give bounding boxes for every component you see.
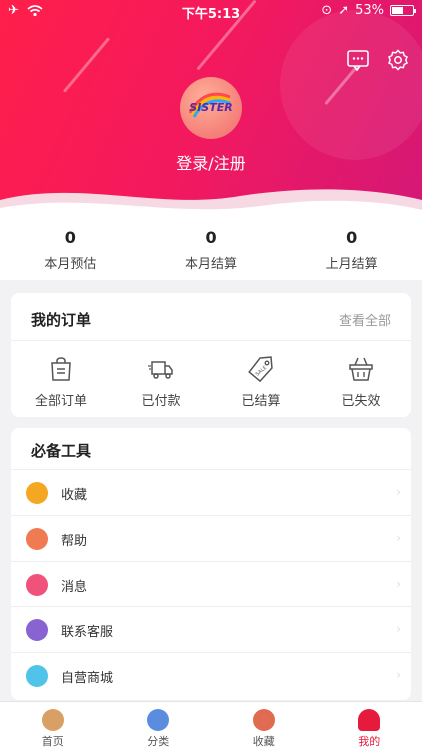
- stat-last-month-settled[interactable]: 0 上月结算: [281, 214, 422, 280]
- tab-label: 收藏: [252, 735, 275, 748]
- tool-label: 收藏: [61, 488, 88, 503]
- tool-item-store[interactable]: 自营商城 ›: [11, 653, 411, 699]
- bottom-tab-bar: 首页 分类 收藏 我的: [0, 701, 422, 750]
- delivery-truck-icon: [148, 361, 173, 379]
- chevron-right-icon: ›: [396, 622, 401, 637]
- stat-value: 0: [64, 228, 76, 247]
- tool-item-messages[interactable]: 消息 ›: [11, 562, 411, 608]
- price-tag-icon: SALE: [248, 356, 273, 383]
- order-label: 已结算: [241, 394, 281, 409]
- order-label: 全部订单: [34, 394, 87, 409]
- tab-label: 首页: [41, 735, 64, 748]
- chevron-right-icon: ›: [396, 668, 401, 683]
- message-bubble-icon[interactable]: [346, 48, 370, 72]
- chevron-right-icon: ›: [396, 530, 401, 545]
- tab-label: 分类: [147, 735, 170, 748]
- tool-item-customer-service[interactable]: 联系客服 ›: [11, 607, 411, 654]
- essential-tools-card: 必备工具 收藏 › 帮助 › 消息 › 联系客服 › 自营商城 ›: [11, 428, 411, 700]
- tool-item-help[interactable]: 帮助 ›: [11, 516, 411, 562]
- shopping-bag-icon: [51, 357, 71, 381]
- tool-label: 消息: [61, 579, 88, 595]
- avatar-logo-text: SISTER: [189, 101, 233, 114]
- stat-label: 本月预估: [44, 257, 97, 272]
- tool-label: 自营商城: [61, 671, 114, 687]
- view-all-link[interactable]: 查看全部: [339, 310, 391, 329]
- order-all-button[interactable]: 全部订单: [11, 341, 111, 417]
- tool-item-favorites[interactable]: 收藏 ›: [11, 470, 411, 516]
- help-icon: [26, 527, 48, 550]
- my-orders-card: 我的订单 查看全部 全部订单 已付款 SALE 已结算 已失效: [11, 293, 411, 417]
- decorative-streak: [62, 37, 111, 93]
- customer-service-icon: [26, 619, 48, 642]
- settings-gear-icon[interactable]: [386, 48, 410, 72]
- location-icon: ➚: [338, 3, 350, 18]
- order-paid-button[interactable]: 已付款: [111, 341, 211, 417]
- stat-this-month-settled[interactable]: 0 本月结算: [141, 214, 282, 280]
- tool-label: 帮助: [61, 533, 88, 549]
- favorites-icon: [26, 482, 48, 504]
- tab-favorites[interactable]: 收藏: [211, 702, 317, 750]
- order-label: 已付款: [141, 394, 181, 409]
- orders-title: 我的订单: [31, 311, 92, 329]
- order-label: 已失效: [341, 394, 381, 409]
- order-expired-button[interactable]: 已失效: [311, 341, 411, 417]
- svg-text:SALE: SALE: [255, 365, 269, 378]
- stat-label: 上月结算: [325, 257, 378, 272]
- login-register-link[interactable]: 登录/注册: [0, 150, 422, 174]
- earnings-stats: 0 本月预估 0 本月结算 0 上月结算: [0, 214, 422, 280]
- stat-value: 0: [346, 228, 358, 247]
- home-icon: [41, 709, 64, 731]
- tab-category[interactable]: 分类: [106, 702, 212, 750]
- user-icon: [358, 709, 381, 731]
- category-icon: [147, 709, 170, 731]
- tab-home[interactable]: 首页: [0, 702, 106, 750]
- stat-label: 本月结算: [185, 257, 238, 272]
- stat-this-month-estimate[interactable]: 0 本月预估: [0, 214, 141, 280]
- order-settled-button[interactable]: SALE 已结算: [211, 341, 311, 417]
- chevron-right-icon: ›: [396, 576, 401, 591]
- stat-value: 0: [205, 228, 217, 247]
- tab-label: 我的: [358, 735, 381, 748]
- star-icon: [252, 709, 275, 731]
- avatar[interactable]: SISTER: [180, 77, 242, 139]
- tab-mine[interactable]: 我的: [317, 702, 422, 750]
- chevron-right-icon: ›: [396, 485, 401, 499]
- tools-title: 必备工具: [31, 442, 92, 460]
- message-icon: [26, 573, 48, 596]
- store-icon: [26, 665, 48, 688]
- status-bar: ✈ 下午5:13 ⊙ ➚ 53%: [0, 0, 422, 22]
- tool-label: 联系客服: [61, 625, 114, 641]
- battery-icon: [390, 5, 416, 16]
- decorative-blob: [280, 10, 422, 160]
- battery-percent: 53%: [355, 3, 384, 18]
- lock-rotation-icon: ⊙: [321, 3, 333, 18]
- basket-icon: [349, 357, 373, 381]
